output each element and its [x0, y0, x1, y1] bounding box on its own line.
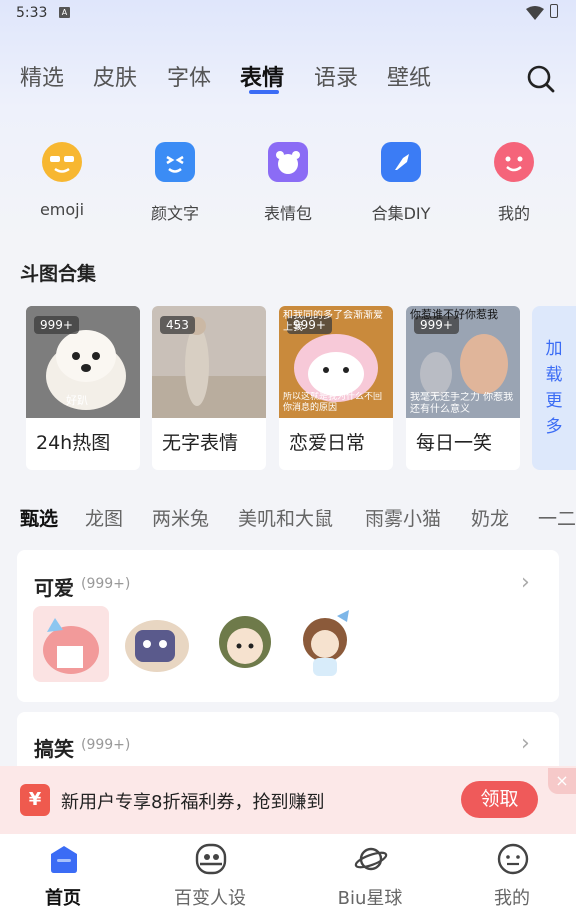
load-more-button[interactable]: 加载更多 — [532, 306, 576, 470]
category-tabs: 精选 皮肤 字体 表情 语录 壁纸 — [0, 60, 576, 100]
card-label: 24h热图 — [36, 432, 111, 454]
nav-persona[interactable]: 百变人设 — [150, 834, 270, 920]
quick-entry-label: 我的 — [497, 204, 530, 223]
count-badge: 999+ — [34, 316, 79, 334]
sticker-sub-tabs: 甄选 龙图 两米兔 美叽和大鼠 雨雾小猫 奶龙 一二 — [0, 504, 576, 534]
profile-face-icon — [497, 843, 529, 875]
quick-entry-label: 合集DIY — [371, 204, 431, 223]
quick-entry-emoji[interactable]: emoji — [22, 142, 102, 219]
beach-meme-image: 453 — [152, 306, 266, 418]
pink-cat-sticker[interactable] — [33, 606, 109, 682]
toast-cat-sticker[interactable] — [119, 606, 195, 682]
sub-tab-meiji[interactable]: 美叽和大鼠 — [238, 504, 333, 531]
search-icon[interactable] — [526, 64, 556, 94]
melody-meme-image: 999+ 和我同的多了会渐渐爱上我 所以这就是我为什么不回你消息的原因 — [279, 306, 393, 418]
notification-icon: A — [59, 7, 70, 18]
sub-tab-zhenxuan[interactable]: 甄选 — [20, 504, 58, 531]
quick-entry-stickers[interactable]: 表情包 — [248, 142, 328, 224]
sub-tab-yuwu-cat[interactable]: 雨雾小猫 — [365, 504, 441, 531]
green-hood-girl-sticker[interactable] — [207, 606, 283, 682]
sub-tab-yier[interactable]: 一二 — [538, 504, 576, 531]
tab-biaoqing[interactable]: 表情 — [240, 60, 284, 92]
blue-bow-girl-sticker[interactable] — [287, 606, 363, 682]
sunglasses-emoji-icon — [42, 142, 82, 182]
collection-card-love[interactable]: 999+ 和我同的多了会渐渐爱上我 所以这就是我为什么不回你消息的原因 恋爱日常 — [279, 306, 393, 470]
card-label: 恋爱日常 — [289, 432, 366, 454]
status-time: 5:33 — [16, 5, 48, 21]
nav-biu-planet[interactable]: Biu星球 — [310, 834, 430, 920]
nav-home[interactable]: 首页 — [3, 834, 123, 920]
claim-button[interactable]: 领取 — [461, 781, 538, 818]
close-icon[interactable]: × — [548, 768, 576, 794]
quick-entry-diy[interactable]: 合集DIY — [361, 142, 441, 224]
card-label: 每日一笑 — [416, 432, 493, 454]
active-tab-indicator — [249, 90, 279, 94]
chevron-right-icon[interactable]: › — [521, 570, 530, 595]
nav-label: 我的 — [494, 888, 530, 909]
collection-title: 斗图合集 — [20, 263, 97, 285]
battery-icon — [550, 4, 558, 18]
tab-yulu[interactable]: 语录 — [314, 60, 358, 92]
nav-label: Biu星球 — [337, 888, 403, 909]
tab-bizhi[interactable]: 壁纸 — [387, 60, 431, 92]
sub-tab-liangmitu[interactable]: 两米兔 — [152, 504, 209, 531]
diy-pin-icon — [381, 142, 421, 182]
panel-count: (999+) — [81, 737, 131, 753]
sub-tab-nailong[interactable]: 奶龙 — [471, 504, 509, 531]
panel-count: (999+) — [81, 576, 131, 592]
tab-jingxuan[interactable]: 精选 — [20, 60, 64, 92]
crying-meme-image: 999+ 你惹谁不好你惹我 我毫无还手之力 你惹我还有什么意义 — [406, 306, 520, 418]
persona-icon — [195, 843, 227, 875]
meme-caption-bottom: 我毫无还手之力 你惹我还有什么意义 — [410, 392, 514, 415]
quick-entry-label: 颜文字 — [150, 204, 199, 223]
new-user-promo-banner[interactable]: ¥ 新用户专享8折福利券，抢到赚到 领取 × — [0, 766, 576, 834]
quick-entry-mine[interactable]: 我的 — [474, 142, 554, 224]
status-bar: 5:33 A — [0, 0, 576, 28]
quick-entry-kaomoji[interactable]: 颜文字 — [135, 142, 215, 224]
home-icon — [51, 846, 77, 873]
meme-caption-top: 和我同的多了会渐渐爱上我 — [283, 310, 383, 333]
nav-label: 首页 — [45, 888, 81, 909]
meme-caption: 好趴 — [66, 394, 88, 407]
collection-card-nowords[interactable]: 453 无字表情 — [152, 306, 266, 470]
meme-caption-bottom: 所以这就是我为什么不回你消息的原因 — [283, 392, 383, 413]
bear-sticker-icon — [268, 142, 308, 182]
promo-text: 新用户专享8折福利券，抢到赚到 — [61, 792, 325, 813]
tab-pifu[interactable]: 皮肤 — [93, 60, 137, 92]
wifi-icon — [526, 6, 544, 20]
sub-tab-longtu[interactable]: 龙图 — [85, 504, 123, 531]
panel-title: 可爱 — [34, 576, 74, 600]
kaomoji-icon — [155, 142, 195, 182]
meme-caption-top: 你惹谁不好你惹我 — [410, 308, 498, 321]
coupon-icon: ¥ — [20, 784, 50, 816]
panel-title: 搞笑 — [34, 737, 74, 761]
sticker-panel-cute[interactable]: 可爱 (999+) › — [17, 550, 559, 702]
load-more-label: 加载更多 — [545, 339, 563, 437]
nav-mine[interactable]: 我的 — [452, 834, 572, 920]
tab-ziti[interactable]: 字体 — [167, 60, 211, 92]
dog-meme-image: 999+ 好趴 — [26, 306, 140, 418]
smile-face-icon — [494, 142, 534, 182]
count-badge: 453 — [160, 316, 195, 334]
quick-entry-label: 表情包 — [263, 204, 312, 223]
card-label: 无字表情 — [162, 432, 239, 454]
collection-card-daily[interactable]: 999+ 你惹谁不好你惹我 我毫无还手之力 你惹我还有什么意义 每日一笑 — [406, 306, 520, 470]
nav-label: 百变人设 — [174, 888, 246, 909]
bottom-navigation: 首页 百变人设 Biu星球 我的 — [0, 834, 576, 920]
collection-card-hot[interactable]: 999+ 好趴 24h热图 — [26, 306, 140, 470]
quick-entry-label: emoji — [39, 200, 85, 219]
planet-icon — [354, 847, 388, 871]
chevron-right-icon[interactable]: › — [521, 731, 530, 756]
